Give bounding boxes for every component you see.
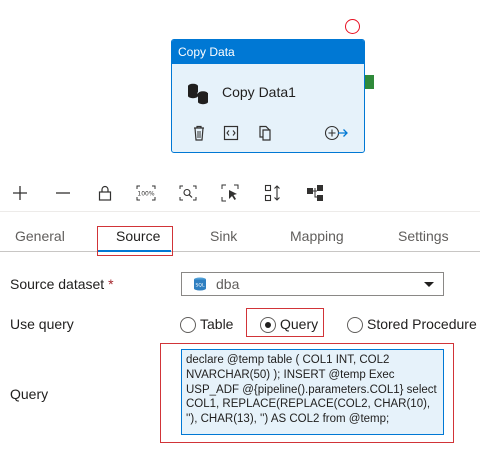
- zoom-100-icon[interactable]: 100%: [135, 182, 157, 204]
- radio-stored-procedure-circle[interactable]: [347, 317, 363, 333]
- delete-icon[interactable]: [190, 124, 208, 142]
- fit-to-window-icon[interactable]: [177, 182, 199, 204]
- pipeline-canvas[interactable]: Copy Data Copy Data1: [0, 0, 480, 170]
- activity-type-title: Copy Data: [172, 40, 364, 64]
- copy-icon[interactable]: [256, 124, 274, 142]
- success-output-port[interactable]: [365, 75, 374, 89]
- code-icon[interactable]: [222, 124, 240, 142]
- zoom-100-label: 100%: [137, 191, 154, 198]
- activity-name: Copy Data1: [222, 84, 296, 100]
- source-dataset-select[interactable]: SQL dba: [181, 272, 444, 296]
- toolbar-divider: [0, 211, 480, 212]
- activity-body: Copy Data1: [172, 64, 364, 152]
- validation-indicator: [345, 19, 360, 34]
- required-mark: *: [108, 276, 114, 292]
- query-label: Query: [10, 386, 49, 402]
- source-dataset-value: dba: [216, 276, 240, 292]
- sql-database-icon: SQL: [194, 277, 206, 291]
- source-dataset-label: Source dataset *: [10, 276, 114, 292]
- auto-align-icon[interactable]: [262, 182, 284, 204]
- radio-table-circle[interactable]: [180, 317, 196, 333]
- source-tab-annotation: [97, 226, 173, 256]
- properties-tabs: General Source Sink Mapping Settings: [0, 224, 480, 252]
- canvas-toolbar: 100%: [0, 178, 480, 208]
- copy-data-activity[interactable]: Copy Data Copy Data1: [171, 39, 365, 153]
- query-textarea[interactable]: declare @temp table ( COL1 INT, COL2 NVA…: [181, 349, 444, 435]
- radio-stored-procedure-label: Stored Procedure: [367, 316, 477, 332]
- svg-text:SQL: SQL: [196, 283, 205, 289]
- radio-table-label: Table: [200, 316, 234, 332]
- zoom-out-icon[interactable]: [52, 182, 74, 204]
- use-query-label: Use query: [10, 316, 74, 332]
- layout-icon[interactable]: [304, 182, 326, 204]
- tab-mapping[interactable]: Mapping: [290, 228, 344, 244]
- tab-sink[interactable]: Sink: [210, 228, 237, 244]
- chevron-down-icon: [424, 282, 434, 287]
- tab-settings[interactable]: Settings: [398, 228, 449, 244]
- tab-general[interactable]: General: [15, 228, 65, 244]
- add-output-icon[interactable]: [324, 124, 348, 142]
- database-icon: [188, 83, 209, 105]
- zoom-in-icon[interactable]: [9, 182, 31, 204]
- lock-icon[interactable]: [94, 182, 116, 204]
- query-option-annotation: [246, 308, 324, 337]
- select-icon[interactable]: [219, 182, 241, 204]
